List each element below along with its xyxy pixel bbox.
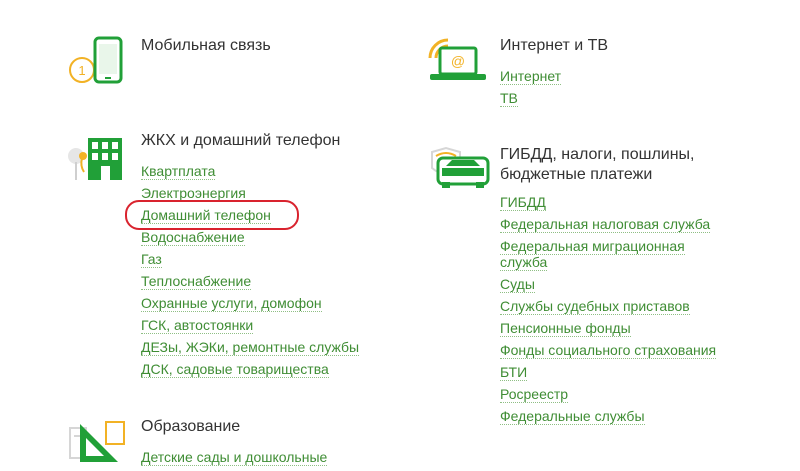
ruler-triangle-icon[interactable]	[66, 414, 130, 462]
list-item: Водоснабжение	[141, 229, 359, 251]
list-item: Службы судебных приставов	[500, 298, 716, 320]
category-title-mobile[interactable]: Мобильная связь	[141, 36, 271, 56]
list-item: Федеральные службы	[500, 408, 716, 430]
list-item: Суды	[500, 276, 716, 298]
link-pension[interactable]: Пенсионные фонды	[500, 320, 631, 337]
svg-text:@: @	[451, 53, 465, 69]
list-item: ДСК, садовые товарищества	[141, 361, 359, 383]
link-water[interactable]: Водоснабжение	[141, 229, 245, 246]
link-fms-label: Федеральная миграционная служба	[500, 238, 685, 271]
list-item: Газ	[141, 251, 359, 273]
category-title-gibdd-line2: бюджетные платежи	[500, 166, 653, 183]
list-item: ГСК, автостоянки	[141, 317, 359, 339]
list-item: Федеральная миграционная служба	[500, 238, 716, 276]
list-item: Росреестр	[500, 386, 716, 408]
house-icon[interactable]	[66, 128, 130, 184]
link-home-phone[interactable]: Домашний телефон	[141, 207, 271, 224]
link-bti[interactable]: БТИ	[500, 364, 528, 381]
mobile-phone-icon[interactable]: 1	[68, 34, 128, 86]
list-item: Теплоснабжение	[141, 273, 359, 295]
link-dsk[interactable]: ДСК, садовые товарищества	[141, 361, 329, 378]
list-item: ТВ	[500, 90, 561, 112]
car-emblem-icon[interactable]	[424, 144, 490, 192]
internet-links: Интернет ТВ	[500, 68, 562, 112]
link-kvartplata[interactable]: Квартплата	[141, 163, 216, 180]
link-dez[interactable]: ДЕЗы, ЖЭКи, ремонтные службы	[141, 339, 360, 356]
link-fms[interactable]: Федеральная миграционная служба	[500, 238, 700, 271]
link-bailiffs[interactable]: Службы судебных приставов	[500, 298, 690, 315]
list-item: БТИ	[500, 364, 716, 386]
list-item: Интернет	[500, 68, 562, 90]
category-title-gibdd[interactable]: ГИБДД, налоги, пошлины, бюджетные платеж…	[500, 145, 695, 185]
list-item: ГИБДД	[500, 194, 716, 216]
link-federal-services[interactable]: Федеральные службы	[500, 408, 645, 425]
link-social-insurance[interactable]: Фонды социального страхования	[500, 342, 717, 359]
svg-text:1: 1	[78, 63, 85, 78]
category-title-internet[interactable]: Интернет и ТВ	[500, 36, 608, 56]
education-links: Детские сады и дошкольные	[141, 449, 328, 471]
link-fns[interactable]: Федеральная налоговая служба	[500, 216, 711, 233]
list-item: Федеральная налоговая служба	[500, 216, 716, 238]
list-item: Охранные услуги, домофон	[141, 295, 359, 317]
link-tv[interactable]: ТВ	[500, 90, 518, 107]
laptop-wifi-icon[interactable]: @	[424, 32, 490, 86]
list-item: Домашний телефон	[125, 200, 359, 230]
list-item: Фонды социального страхования	[500, 342, 717, 364]
link-heating[interactable]: Теплоснабжение	[141, 273, 252, 290]
link-garage[interactable]: ГСК, автостоянки	[141, 317, 254, 334]
housing-links: Квартплата Электроэнергия Домашний телеф…	[125, 163, 360, 383]
link-security[interactable]: Охранные услуги, домофон	[141, 295, 322, 312]
category-title-housing[interactable]: ЖКХ и домашний телефон	[141, 131, 340, 151]
link-kindergartens[interactable]: Детские сады и дошкольные	[141, 449, 328, 466]
list-item: Детские сады и дошкольные	[141, 449, 328, 471]
gibdd-links: ГИБДД Федеральная налоговая служба Федер…	[500, 194, 717, 430]
list-item: Квартплата	[141, 163, 359, 185]
list-item: Электроэнергия	[141, 185, 359, 207]
link-gibdd[interactable]: ГИБДД	[500, 194, 546, 211]
link-electricity[interactable]: Электроэнергия	[141, 185, 246, 202]
category-title-education[interactable]: Образование	[141, 417, 240, 437]
list-item: ДЕЗы, ЖЭКи, ремонтные службы	[141, 339, 360, 361]
link-gas[interactable]: Газ	[141, 251, 162, 268]
list-item: Пенсионные фонды	[500, 320, 716, 342]
link-rosreestr[interactable]: Росреестр	[500, 386, 569, 403]
category-title-gibdd-line1: ГИБДД, налоги, пошлины,	[500, 146, 695, 163]
link-internet[interactable]: Интернет	[500, 68, 562, 85]
link-courts[interactable]: Суды	[500, 276, 535, 293]
